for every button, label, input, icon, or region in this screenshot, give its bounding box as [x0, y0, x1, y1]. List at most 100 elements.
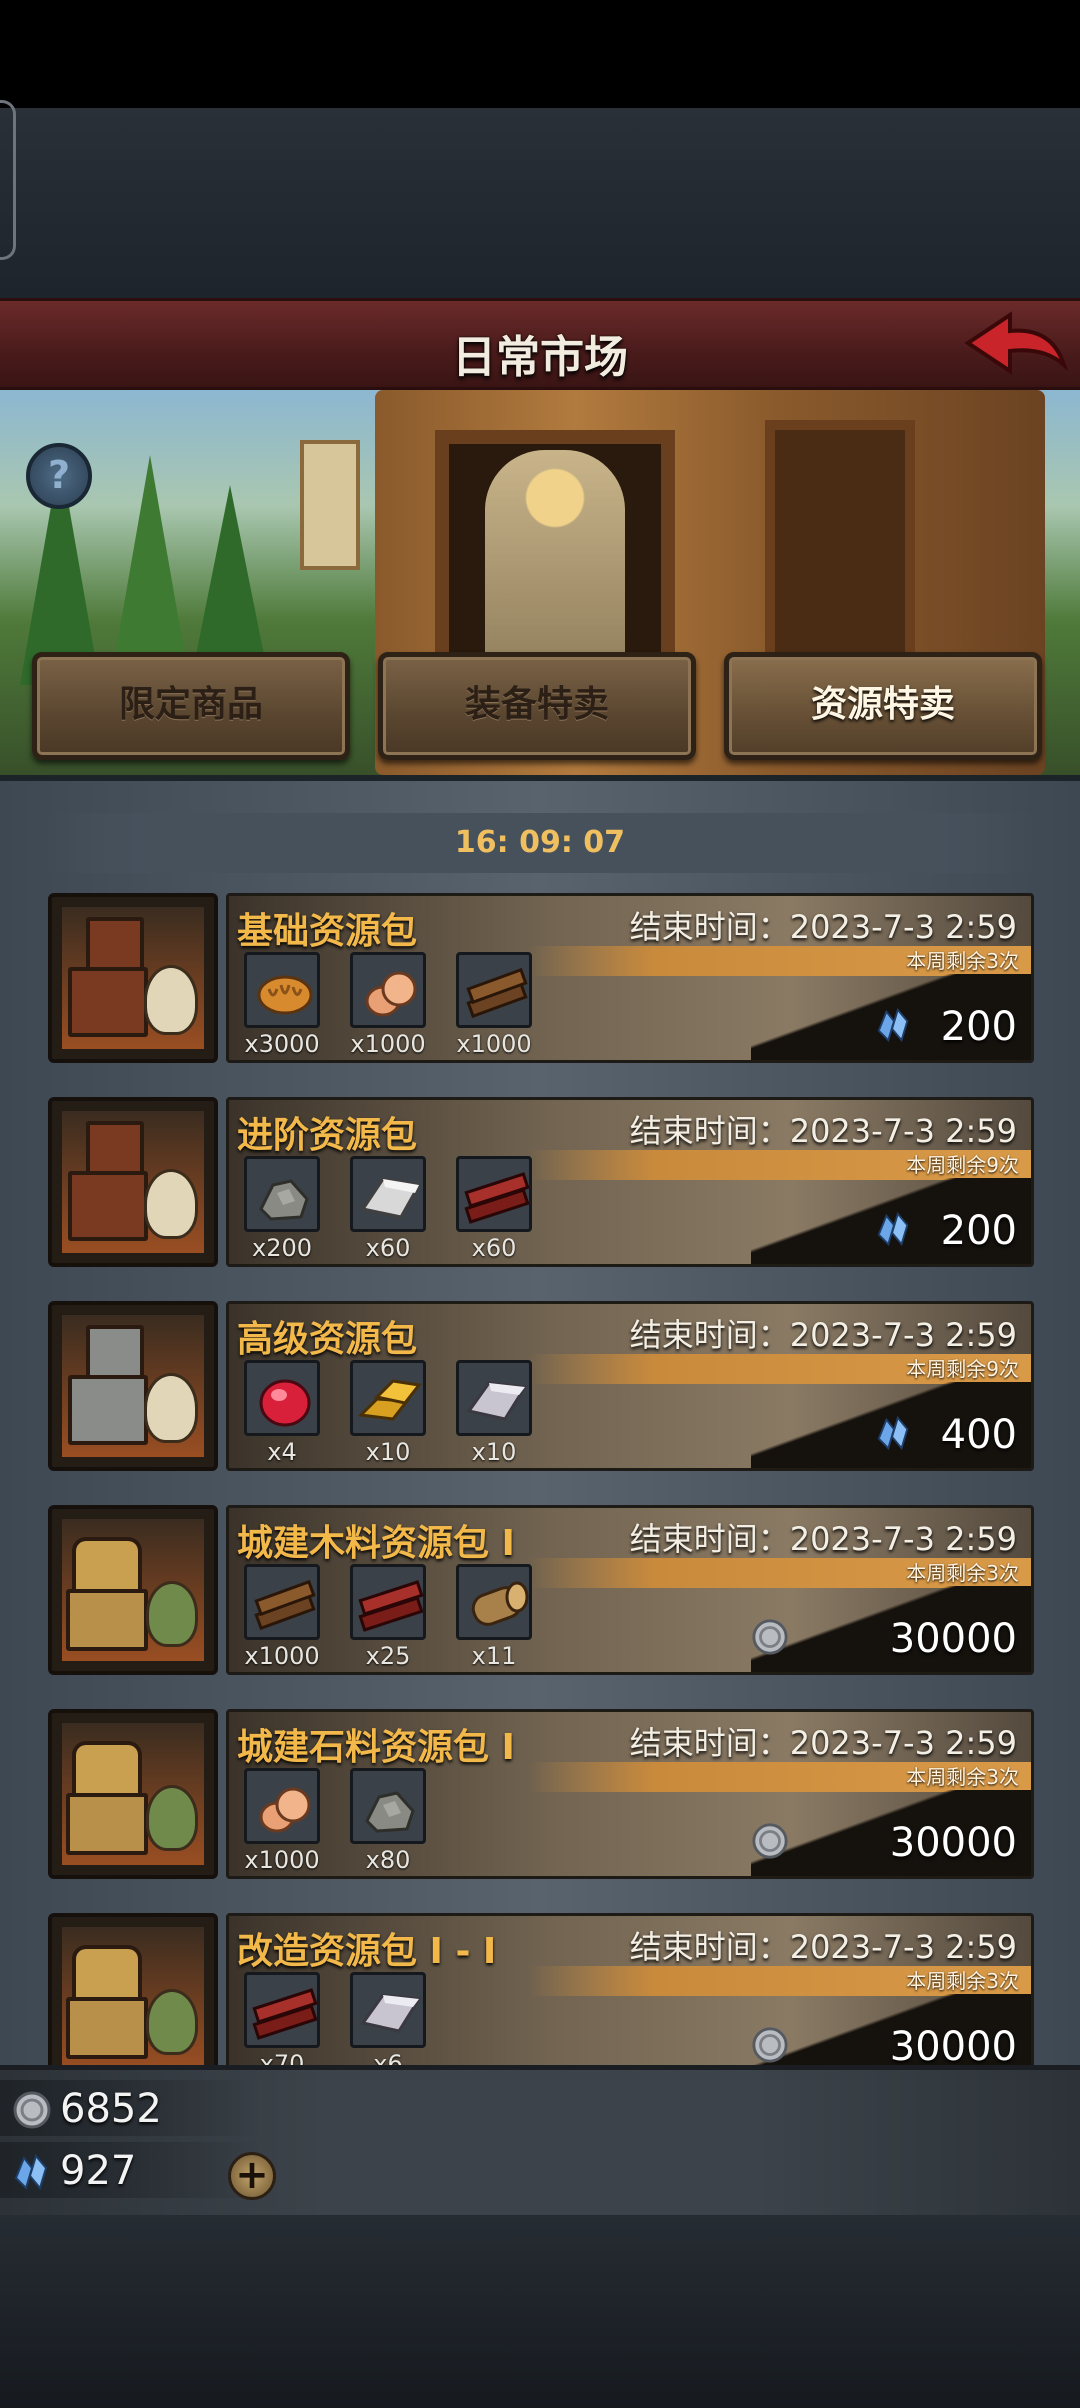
item-quantity: x80: [365, 1846, 411, 1874]
bread-icon: [244, 952, 320, 1028]
pack-art: [48, 893, 218, 1063]
bottom-panel: [0, 2215, 1080, 2408]
pack-end-time: 结束时间：2023-7-3 2:59: [629, 1520, 1017, 1558]
pack-items: x1000 x80: [229, 1768, 709, 1878]
pack-list[interactable]: 16: 09: 07 基础资源包 结束时间：2023-7-3 2:59 本周剩余3次…: [0, 775, 1080, 2083]
pack-item[interactable]: x80: [335, 1768, 441, 1878]
crystal-icon: [875, 1414, 913, 1452]
tree-decoration: [110, 455, 190, 685]
pack-item[interactable]: x60: [441, 1156, 547, 1266]
pack-item[interactable]: x10: [335, 1360, 441, 1470]
back-arrow-icon[interactable]: [960, 309, 1070, 385]
buy-button[interactable]: 30000: [751, 1790, 1031, 1876]
pack-price: 200: [940, 1004, 1017, 1050]
item-quantity: x10: [471, 1438, 517, 1466]
pack-price: 30000: [889, 1616, 1017, 1662]
item-quantity: x11: [471, 1642, 517, 1670]
buy-button[interactable]: 200: [751, 1178, 1031, 1264]
banner-flag: [300, 440, 360, 570]
pack-item[interactable]: x200: [229, 1156, 335, 1266]
tab-resource-sale[interactable]: 资源特卖: [724, 652, 1042, 760]
pack-art: [48, 1505, 218, 1675]
weekly-remaining: 本周剩余3次: [906, 1969, 1019, 1993]
item-quantity: x1000: [244, 1846, 320, 1874]
pack-details: 高级资源包 结束时间：2023-7-3 2:59 本周剩余9次 x4 x10 x10 400: [226, 1301, 1034, 1471]
crystal-amount: 927: [60, 2148, 137, 2194]
buy-button[interactable]: 400: [751, 1382, 1031, 1468]
item-quantity: x10: [365, 1438, 411, 1466]
pack-item[interactable]: x11: [441, 1564, 547, 1674]
pack-price: 30000: [889, 2024, 1017, 2070]
add-crystal-button[interactable]: +: [228, 2152, 276, 2200]
pack-art: [48, 1301, 218, 1471]
weekly-remaining: 本周剩余3次: [906, 1765, 1019, 1789]
page-title: 日常市场: [452, 332, 628, 383]
red-wood-icon: [350, 1564, 426, 1640]
resource-pack[interactable]: 基础资源包 结束时间：2023-7-3 2:59 本周剩余3次 x3000 x1000 x…: [48, 893, 1034, 1063]
item-quantity: x25: [365, 1642, 411, 1670]
stone-icon: [244, 1768, 320, 1844]
resource-pack[interactable]: 改造资源包 I - I 结束时间：2023-7-3 2:59 本周剩余3次 x70 x6…: [48, 1913, 1034, 2083]
pack-item[interactable]: x1000: [229, 1768, 335, 1878]
crystal-icon: [14, 2153, 48, 2191]
pack-end-time: 结束时间：2023-7-3 2:59: [629, 908, 1017, 946]
status-area: [0, 0, 1080, 108]
item-quantity: x60: [365, 1234, 411, 1262]
weekly-remaining: 本周剩余9次: [906, 1153, 1019, 1177]
pack-end-time: 结束时间：2023-7-3 2:59: [629, 1316, 1017, 1354]
title-bar: 日常市场: [0, 298, 1080, 390]
pack-name: 进阶资源包: [237, 1115, 418, 1156]
pack-item[interactable]: x4: [229, 1360, 335, 1470]
pack-items: x200 x60 x60: [229, 1156, 709, 1266]
top-panel: [0, 108, 1080, 298]
resource-pack[interactable]: 城建石料资源包 I 结束时间：2023-7-3 2:59 本周剩余3次 x1000 x8…: [48, 1709, 1034, 1879]
pack-name: 城建木料资源包 I: [237, 1523, 515, 1564]
pack-item[interactable]: x10: [441, 1360, 547, 1470]
pack-details: 进阶资源包 结束时间：2023-7-3 2:59 本周剩余9次 x200 x60 x60 2…: [226, 1097, 1034, 1267]
pack-name: 改造资源包 I - I: [237, 1931, 497, 1972]
side-handle[interactable]: [0, 100, 16, 260]
pack-item[interactable]: x1000: [335, 952, 441, 1062]
pack-item[interactable]: x1000: [229, 1564, 335, 1674]
silver-amount: 6852: [60, 2086, 162, 2132]
pack-item[interactable]: x3000: [229, 952, 335, 1062]
ruby-icon: [244, 1360, 320, 1436]
resource-pack[interactable]: 城建木料资源包 I 结束时间：2023-7-3 2:59 本周剩余3次 x1000 x2…: [48, 1505, 1034, 1675]
pack-details: 城建石料资源包 I 结束时间：2023-7-3 2:59 本周剩余3次 x1000 x8…: [226, 1709, 1034, 1879]
silver-coin-icon: [13, 2091, 51, 2129]
item-quantity: x1000: [244, 1642, 320, 1670]
pack-item[interactable]: x1000: [441, 952, 547, 1062]
pack-art: [48, 1097, 218, 1267]
crystal-icon: [875, 1006, 913, 1044]
silver-coin-icon: [751, 1618, 789, 1656]
buy-button[interactable]: 30000: [751, 1586, 1031, 1672]
pack-end-time: 结束时间：2023-7-3 2:59: [629, 1112, 1017, 1150]
tab-limited-goods[interactable]: 限定商品: [32, 652, 350, 760]
resource-pack[interactable]: 高级资源包 结束时间：2023-7-3 2:59 本周剩余9次 x4 x10 x10 400: [48, 1301, 1034, 1471]
red-wood-icon: [456, 1156, 532, 1232]
pack-item[interactable]: x25: [335, 1564, 441, 1674]
ore-icon: [350, 1768, 426, 1844]
pack-name: 高级资源包: [237, 1319, 418, 1360]
currency-bar: 6852 927 +: [0, 2065, 1080, 2215]
help-button[interactable]: ?: [26, 443, 92, 509]
pack-art: [48, 1913, 218, 2083]
weekly-remaining: 本周剩余3次: [906, 949, 1019, 973]
tab-equipment-sale[interactable]: 装备特卖: [378, 652, 696, 760]
pack-price: 200: [940, 1208, 1017, 1254]
crystal-balance: 927: [0, 2142, 260, 2198]
crystal-icon: [875, 1210, 913, 1248]
item-quantity: x1000: [350, 1030, 426, 1058]
pack-items: x1000 x25 x11: [229, 1564, 709, 1674]
resource-pack[interactable]: 进阶资源包 结束时间：2023-7-3 2:59 本周剩余9次 x200 x60 x60 2…: [48, 1097, 1034, 1267]
pack-end-time: 结束时间：2023-7-3 2:59: [629, 1928, 1017, 1966]
item-quantity: x60: [471, 1234, 517, 1262]
silver-balance: 6852: [0, 2080, 260, 2136]
buy-button[interactable]: 200: [751, 974, 1031, 1060]
silver-bar-icon: [456, 1360, 532, 1436]
merchant-banner: ? 限定商品 装备特卖 资源特卖: [0, 390, 1080, 775]
silver-coin-icon: [751, 1822, 789, 1860]
red-wood-icon: [244, 1972, 320, 2048]
pack-item[interactable]: x60: [335, 1156, 441, 1266]
pack-details: 改造资源包 I - I 结束时间：2023-7-3 2:59 本周剩余3次 x70 x6…: [226, 1913, 1034, 2083]
